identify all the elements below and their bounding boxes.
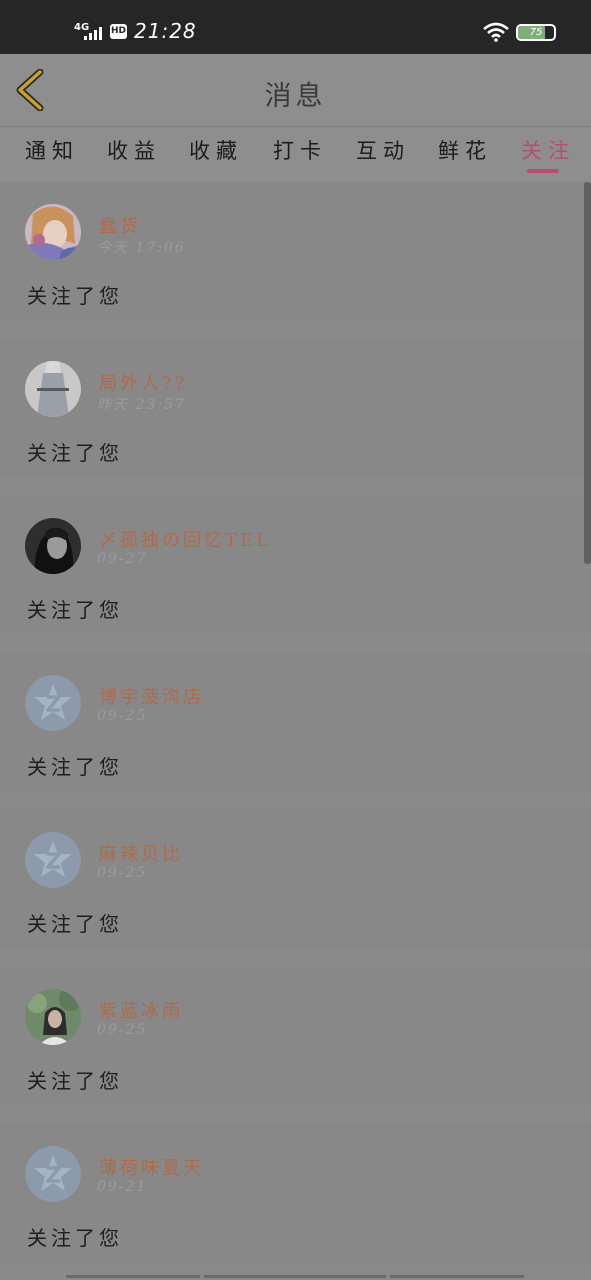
wifi-icon xyxy=(483,22,509,42)
username[interactable]: 局外人?? xyxy=(99,369,187,395)
bottom-segment xyxy=(66,1275,200,1278)
photo-avatar-icon xyxy=(25,989,81,1045)
message-text: 关注了您 xyxy=(27,284,123,308)
message-text: 关注了您 xyxy=(27,441,123,465)
bottom-segment xyxy=(390,1275,524,1278)
bottom-segment xyxy=(204,1275,386,1278)
tab-checkin[interactable]: 打卡 xyxy=(273,135,327,175)
avatar[interactable] xyxy=(25,1146,81,1202)
username[interactable]: 〆孤独の回忆TEL xyxy=(99,526,271,552)
avatar[interactable] xyxy=(25,361,81,417)
timestamp: 昨天 23:57 xyxy=(97,397,186,413)
avatar[interactable] xyxy=(25,832,81,888)
list-item[interactable]: 薄荷味夏天 09-21 关注了您 xyxy=(0,1124,591,1262)
tab-flowers[interactable]: 鲜花 xyxy=(438,135,492,175)
timestamp: 09-25 xyxy=(97,1022,148,1038)
message-text: 关注了您 xyxy=(27,1226,123,1250)
timestamp: 09-25 xyxy=(97,865,148,881)
list-item[interactable]: 紫蓝冰雨 09-25 关注了您 xyxy=(0,967,591,1105)
message-text: 关注了您 xyxy=(27,1069,123,1093)
page-title: 消息 xyxy=(264,81,327,112)
notification-list[interactable]: 蠢货 今天 17:06 关注了您 局外人?? 昨天 23:57 关注了您 〆孤独… xyxy=(0,182,591,1280)
list-item[interactable]: 〆孤独の回忆TEL 09-27 关注了您 xyxy=(0,496,591,634)
username[interactable]: 麻辣贝比 xyxy=(99,840,183,866)
tab-notifications[interactable]: 通知 xyxy=(25,135,79,175)
scrollbar[interactable] xyxy=(584,182,591,564)
signal-icon xyxy=(84,27,102,40)
timestamp: 09-27 xyxy=(97,551,148,567)
avatar[interactable] xyxy=(25,675,81,731)
username[interactable]: 蠢货 xyxy=(99,212,141,238)
message-text: 关注了您 xyxy=(27,912,123,936)
clock: 21:28 xyxy=(134,19,197,43)
default-avatar-icon xyxy=(25,832,81,888)
tab-favorites[interactable]: 收藏 xyxy=(189,135,243,175)
battery-level: 75 xyxy=(529,27,543,38)
list-item[interactable]: 蠢货 今天 17:06 关注了您 xyxy=(0,182,591,320)
timestamp: 09-21 xyxy=(97,1179,148,1195)
list-item[interactable]: 麻辣贝比 09-25 关注了您 xyxy=(0,810,591,948)
hd-badge: HD xyxy=(110,24,127,39)
message-text: 关注了您 xyxy=(27,598,123,622)
battery-icon: 75 xyxy=(516,24,556,41)
default-avatar-icon xyxy=(25,675,81,731)
tab-interactions[interactable]: 互动 xyxy=(356,135,410,175)
username[interactable]: 薄荷味夏天 xyxy=(99,1154,204,1180)
active-tab-indicator xyxy=(527,169,559,173)
message-text: 关注了您 xyxy=(27,755,123,779)
bottom-indicator xyxy=(0,1274,591,1280)
list-item[interactable]: 局外人?? 昨天 23:57 关注了您 xyxy=(0,339,591,477)
tab-earnings[interactable]: 收益 xyxy=(107,135,161,175)
list-item[interactable]: 博宇菠沟店 09-25 关注了您 xyxy=(0,653,591,791)
tab-bar: 通知 收益 收藏 打卡 互动 鲜花 关注 xyxy=(0,126,591,182)
default-avatar-icon xyxy=(25,1146,81,1202)
header: 消息 xyxy=(0,54,591,126)
anime-avatar-icon xyxy=(25,204,81,260)
username[interactable]: 紫蓝冰雨 xyxy=(99,997,183,1023)
username[interactable]: 博宇菠沟店 xyxy=(99,683,204,709)
avatar[interactable] xyxy=(25,518,81,574)
avatar[interactable] xyxy=(25,204,81,260)
photo-avatar-icon xyxy=(25,361,81,417)
timestamp: 今天 17:06 xyxy=(97,240,186,256)
photo-avatar-icon xyxy=(25,518,81,574)
avatar[interactable] xyxy=(25,989,81,1045)
status-bar: 4G HD 21:28 75 xyxy=(0,0,591,54)
timestamp: 09-25 xyxy=(97,708,148,724)
